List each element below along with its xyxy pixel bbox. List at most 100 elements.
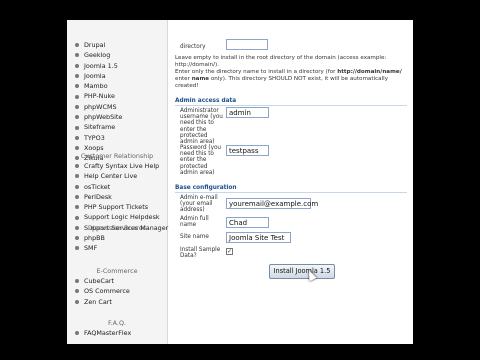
directory-help-line2: Enter only the directory name to install…: [175, 69, 407, 90]
directory-label: directory: [180, 44, 206, 50]
sidebar-item[interactable]: Joomla: [67, 71, 167, 81]
sidebar-item-label: Zen Cart: [84, 297, 112, 306]
sidebar-item-label: phpWCMS: [84, 102, 117, 111]
sidebar-item[interactable]: SMF: [67, 243, 167, 253]
sidebar-item-label: Drupal: [84, 41, 106, 49]
sidebar-item[interactable]: TYPO3: [67, 133, 167, 143]
help-example-url: http://domain/name/: [337, 69, 402, 75]
bullet-icon: [75, 135, 79, 140]
admin-fullname-field[interactable]: Chad: [226, 217, 269, 228]
sample-data-checkbox[interactable]: ✓: [226, 248, 233, 255]
sidebar-item[interactable]: Zen Cart: [67, 297, 167, 307]
sidebar-item[interactable]: Mambo: [67, 81, 167, 91]
crm-heading: Customer Relationship: [80, 152, 154, 160]
admin-email-label: Admin e-mail (your email address): [180, 195, 218, 214]
admin-username-field[interactable]: admin: [226, 107, 269, 118]
admin-fullname-label: Admin full name: [180, 216, 209, 229]
admin-password-field[interactable]: testpass: [226, 145, 269, 156]
sidebar-item-label: Siteframe: [84, 123, 116, 132]
sidebar-item-label: Support Logic Helpdesk: [84, 213, 160, 222]
bullet-icon: [75, 74, 79, 79]
sidebar-item[interactable]: Crafty Syntax Live Help: [67, 161, 167, 171]
bullet-icon: [75, 299, 79, 304]
base-section-title: Base configuration: [175, 185, 407, 193]
sidebar-item-label: Geeklog: [84, 51, 111, 60]
sidebar-item-label: OS Commerce: [84, 287, 130, 296]
admin-password-label: Password (you need this to enter the pro…: [180, 145, 222, 176]
admin-section-title: Admin access data: [175, 98, 407, 106]
sidebar-item[interactable]: phpBB: [67, 233, 167, 243]
sidebar-item[interactable]: OS Commerce: [67, 286, 167, 296]
sidebar-item-label: Mambo: [84, 82, 108, 91]
bullet-icon: [75, 215, 79, 220]
bullet-icon: [75, 195, 79, 200]
help-example-name: name: [191, 76, 210, 82]
bullet-icon: [75, 104, 79, 109]
sidebar-item-label: PHP-Nuke: [84, 92, 115, 101]
sidebar-item[interactable]: Support Logic Helpdesk: [67, 212, 167, 222]
sidebar-item-label: SMF: [84, 244, 98, 253]
sidebar-item-label: Help Center Live: [84, 172, 138, 181]
sidebar-item-label: Crafty Syntax Live Help: [84, 162, 160, 170]
bullet-icon: [75, 184, 79, 189]
sidebar-item-label: Joomla 1.5: [84, 61, 118, 70]
boards-heading: Discussion Boards: [87, 224, 147, 232]
bullet-icon: [75, 331, 79, 336]
boards-list: phpBB SMF: [67, 233, 167, 254]
sidebar-item[interactable]: PHP-Nuke: [67, 91, 167, 101]
bullet-icon: [75, 84, 79, 89]
sidebar-item-label: phpWebSite: [84, 113, 123, 122]
sidebar-item[interactable]: Drupal: [67, 40, 167, 50]
bullet-icon: [75, 94, 79, 99]
bullet-icon: [75, 164, 79, 169]
sidebar-item-label: CubeCart: [84, 277, 115, 285]
sidebar: Drupal Geeklog Joomla 1.5 Joomla Mambo PHP-Nu…: [67, 20, 168, 344]
sidebar-item-label: TYPO3: [84, 133, 105, 142]
bullet-icon: [75, 246, 79, 251]
admin-username-label: Administrator username (you need this to…: [180, 108, 223, 146]
sidebar-item[interactable]: phpWCMS: [67, 102, 167, 112]
admin-email-field[interactable]: youremail@example.com: [226, 198, 318, 209]
install-form: directory Leave empty to install in the …: [175, 20, 407, 344]
sidebar-item[interactable]: PHP Support Tickets: [67, 202, 167, 212]
install-button[interactable]: Install Joomla 1.5: [269, 264, 335, 279]
sidebar-item[interactable]: Geeklog: [67, 50, 167, 60]
bullet-icon: [75, 115, 79, 120]
sidebar-item[interactable]: PerlDesk: [67, 192, 167, 202]
sidebar-item[interactable]: CubeCart: [67, 276, 167, 286]
sidebar-item[interactable]: Siteframe: [67, 122, 167, 132]
screen: Drupal Geeklog Joomla 1.5 Joomla Mambo PHP-Nu…: [67, 20, 413, 344]
sidebar-item[interactable]: Joomla 1.5: [67, 61, 167, 71]
directory-help-line1: Leave empty to install in the root direc…: [175, 55, 387, 68]
faq-list: FAQMasterFlex: [67, 328, 167, 338]
sidebar-item[interactable]: Help Center Live: [67, 171, 167, 181]
bullet-icon: [75, 63, 79, 68]
bullet-icon: [75, 146, 79, 151]
bullet-icon: [75, 174, 79, 179]
sidebar-item-label: osTicket: [84, 182, 111, 191]
sidebar-item[interactable]: FAQMasterFlex: [67, 328, 167, 338]
bullet-icon: [75, 205, 79, 210]
bullet-icon: [75, 53, 79, 58]
sidebar-item[interactable]: phpWebSite: [67, 112, 167, 122]
directory-help: Leave empty to install in the root direc…: [175, 55, 407, 90]
bullet-icon: [75, 125, 79, 130]
ecommerce-list: CubeCart OS Commerce Zen Cart: [67, 276, 167, 307]
help-text: enter: [175, 76, 192, 82]
bullet-icon: [75, 43, 79, 48]
faq-heading: F.A.Q.: [107, 319, 127, 327]
sample-data-label: Install Sample Data?: [180, 247, 221, 260]
site-name-label: Site name: [180, 234, 209, 240]
site-name-field[interactable]: Joomla Site Test: [226, 232, 291, 243]
bullet-icon: [75, 289, 79, 294]
bullet-icon: [75, 236, 79, 241]
help-text: Enter only the directory name to install…: [175, 69, 338, 75]
sidebar-item-label: PHP Support Tickets: [84, 203, 149, 212]
sidebar-item-label: phpBB: [84, 234, 105, 242]
bullet-icon: [75, 279, 79, 284]
directory-field[interactable]: [226, 39, 268, 50]
sidebar-item-label: Joomla: [84, 71, 106, 80]
sidebar-item[interactable]: osTicket: [67, 182, 167, 192]
ecommerce-heading: E-Commerce: [96, 267, 138, 275]
cms-list: Drupal Geeklog Joomla 1.5 Joomla Mambo PHP-Nu…: [67, 40, 167, 164]
